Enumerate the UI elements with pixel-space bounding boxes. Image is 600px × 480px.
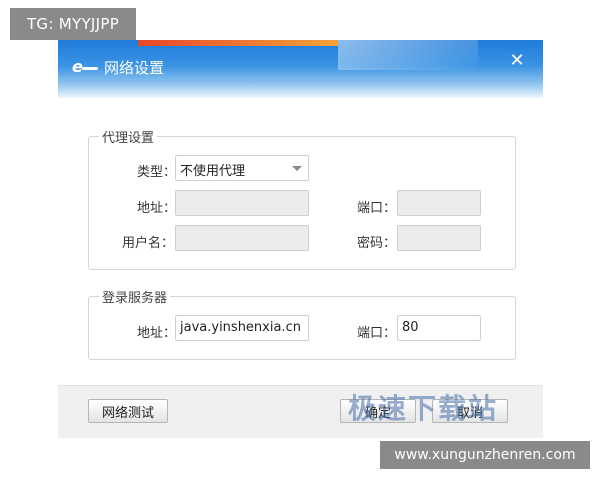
chevron-down-icon xyxy=(292,166,302,171)
server-address-label: 地址： xyxy=(137,326,177,341)
proxy-address-input[interactable] xyxy=(175,190,309,216)
network-settings-dialog: e 网络设置 ✕ 代理设置 类型： 不使用代理 地址： 端口： 用户名： 密码：… xyxy=(58,40,543,438)
download-site-watermark: 极速下载站 xyxy=(348,392,499,425)
tg-watermark-badge: TG: MYYJJPP xyxy=(10,8,136,40)
proxy-type-value: 不使用代理 xyxy=(180,164,246,179)
proxy-password-input[interactable] xyxy=(397,225,481,251)
server-port-label: 端口： xyxy=(357,326,397,341)
title-highlight xyxy=(338,40,478,70)
login-group-title: 登录服务器 xyxy=(99,287,171,306)
site-url-badge: www.xungunzhenren.com xyxy=(380,441,590,469)
proxy-settings-group: 代理设置 类型： 不使用代理 地址： 端口： 用户名： 密码： xyxy=(88,127,516,270)
server-address-value: java.yinshenxia.cn xyxy=(180,320,301,335)
proxy-username-input[interactable] xyxy=(175,225,309,251)
dialog-title: 网络设置 xyxy=(104,59,165,77)
ie-logo-icon: e xyxy=(72,58,98,76)
title-bar[interactable]: e 网络设置 ✕ xyxy=(58,40,543,98)
proxy-type-label: 类型： xyxy=(137,165,177,180)
server-port-value: 80 xyxy=(402,320,419,335)
server-port-input[interactable]: 80 xyxy=(397,315,481,341)
proxy-port-label: 端口： xyxy=(357,201,397,216)
title-decoration xyxy=(138,40,338,46)
server-address-input[interactable]: java.yinshenxia.cn xyxy=(175,315,309,341)
login-server-group: 登录服务器 地址： java.yinshenxia.cn 端口： 80 xyxy=(88,287,516,360)
network-test-button[interactable]: 网络测试 xyxy=(88,399,168,423)
proxy-password-label: 密码： xyxy=(357,236,397,251)
proxy-group-title: 代理设置 xyxy=(99,127,158,146)
proxy-address-label: 地址： xyxy=(137,201,177,216)
close-icon[interactable]: ✕ xyxy=(506,50,528,72)
proxy-port-input[interactable] xyxy=(397,190,481,216)
proxy-type-select[interactable]: 不使用代理 xyxy=(175,155,309,181)
proxy-username-label: 用户名： xyxy=(122,236,175,251)
